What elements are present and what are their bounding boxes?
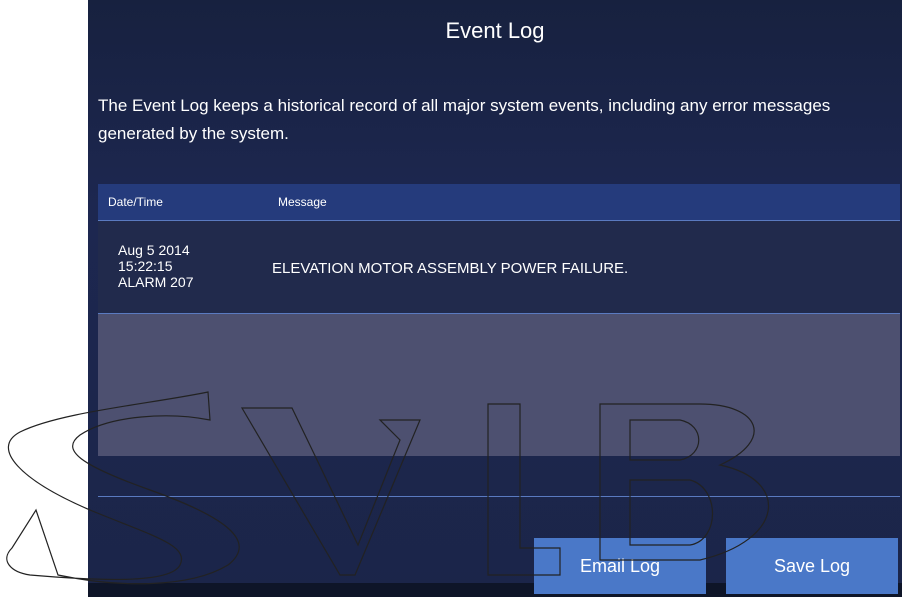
- table-header: Date/Time Message: [98, 184, 900, 221]
- email-log-button[interactable]: Email Log: [534, 538, 706, 594]
- page-title: Event Log: [445, 18, 545, 43]
- event-datetime: Aug 5 2014 15:22:15 ALARM 207: [118, 242, 258, 290]
- event-date: Aug 5 2014: [118, 242, 190, 258]
- table-row-empty[interactable]: [98, 314, 900, 456]
- event-time: 15:22:15: [118, 258, 173, 274]
- description-text: The Event Log keeps a historical record …: [98, 96, 831, 143]
- event-code: ALARM 207: [118, 274, 194, 290]
- table-row-empty[interactable]: [98, 456, 900, 497]
- save-log-button[interactable]: Save Log: [726, 538, 898, 594]
- column-header-message: Message: [278, 195, 327, 209]
- event-log-panel: Event Log The Event Log keeps a historic…: [88, 0, 902, 597]
- column-header-datetime: Date/Time: [108, 195, 163, 209]
- event-log-table: Date/Time Message Aug 5 2014 15:22:15 AL…: [98, 184, 900, 497]
- event-message: ELEVATION MOTOR ASSEMBLY POWER FAILURE.: [272, 260, 629, 277]
- table-row[interactable]: Aug 5 2014 15:22:15 ALARM 207 ELEVATION …: [98, 221, 900, 314]
